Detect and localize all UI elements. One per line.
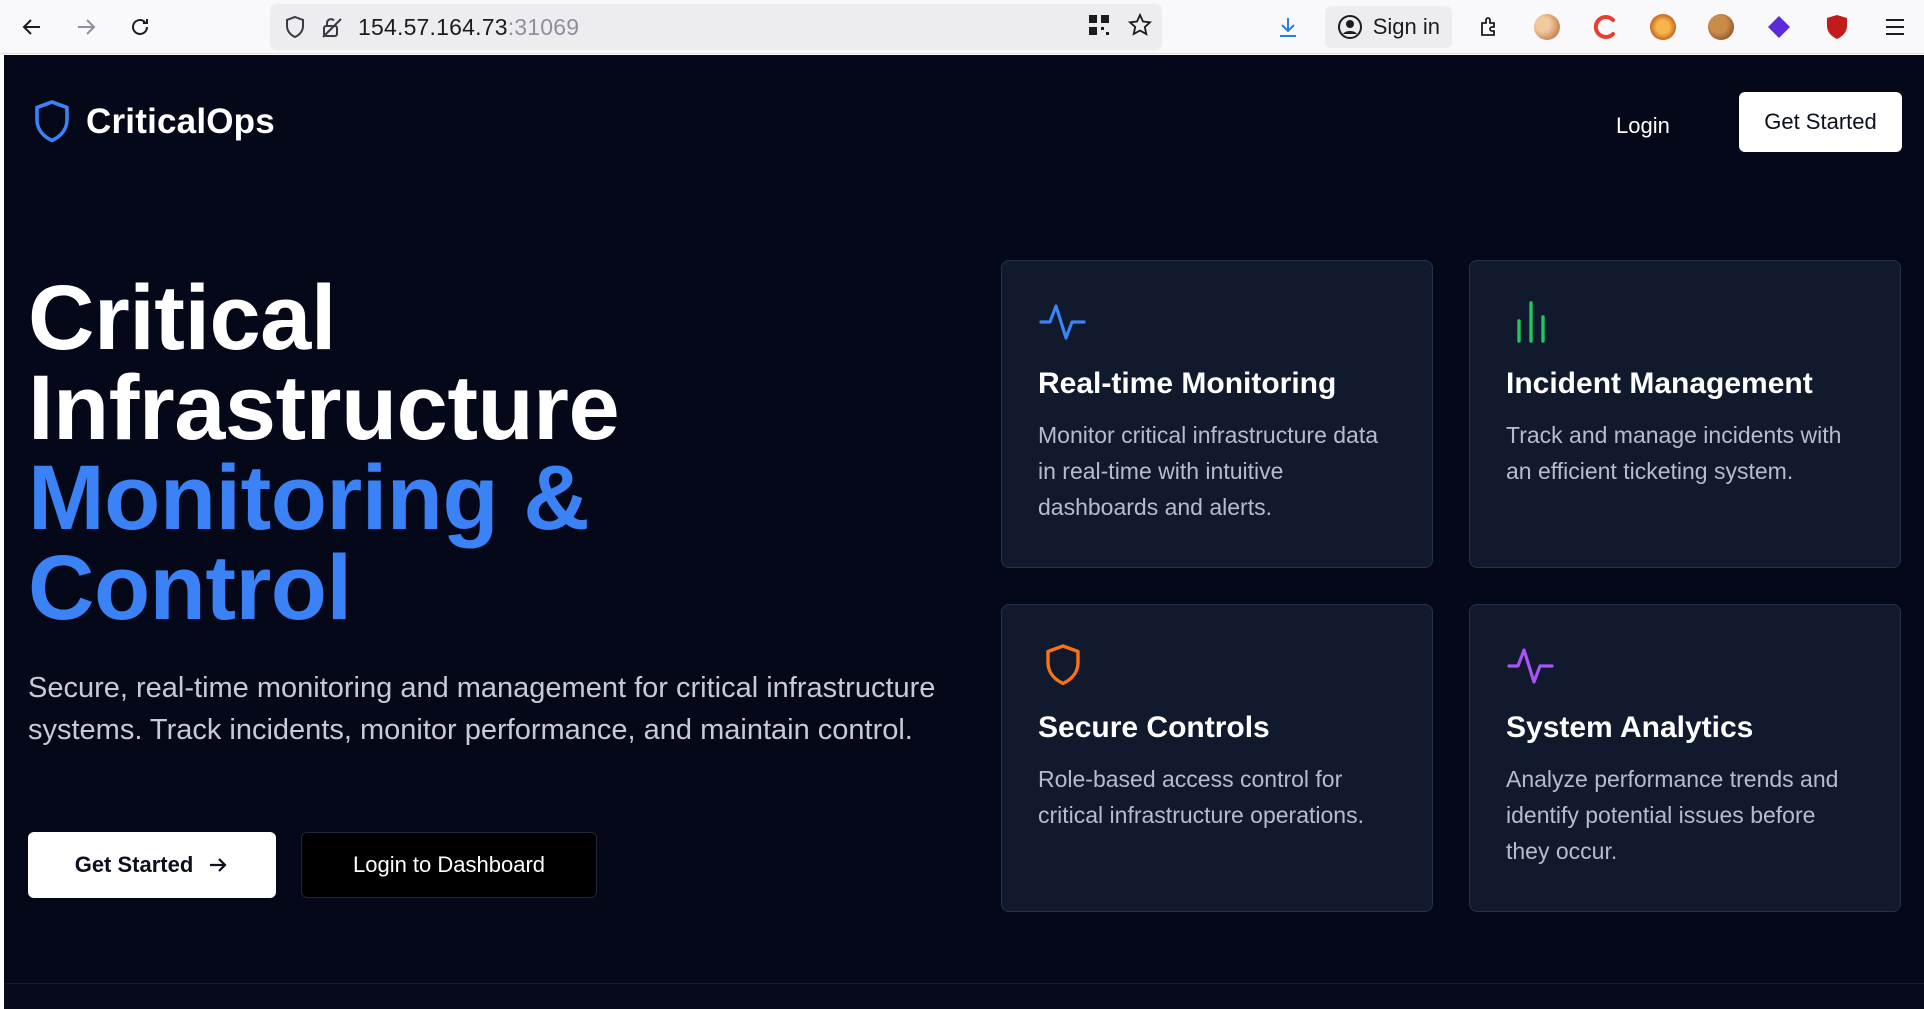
feature-description: Analyze performance trends and identify … xyxy=(1506,766,1839,864)
back-button[interactable] xyxy=(10,5,54,49)
extension-c-icon xyxy=(1593,15,1615,39)
extension-1-button[interactable] xyxy=(1518,0,1576,54)
nav-get-started-button[interactable]: Get Started xyxy=(1739,92,1902,152)
puzzle-icon xyxy=(1481,17,1495,36)
activity-icon xyxy=(1507,648,1554,684)
forward-arrow-icon xyxy=(78,18,96,35)
ublock-shield-icon xyxy=(1827,15,1847,39)
shield-icon xyxy=(1046,644,1080,686)
menu-button[interactable] xyxy=(1866,0,1924,54)
qr-code-icon[interactable] xyxy=(1088,14,1110,41)
reload-button[interactable] xyxy=(118,5,162,49)
browser-toolbar: 154.57.164.73:31069 Sign in xyxy=(0,0,1924,54)
ublock-button[interactable] xyxy=(1808,0,1866,54)
extension-owl-icon xyxy=(1534,14,1560,40)
bar-chart-icon xyxy=(1517,301,1545,343)
feature-card-monitoring: Real-time Monitoring Monitor critical in… xyxy=(1001,260,1433,568)
hamburger-menu-icon xyxy=(1886,19,1904,35)
feature-title: System Analytics xyxy=(1506,711,1754,744)
feature-title: Secure Controls xyxy=(1038,711,1270,744)
hero-title-line-2: Infrastructure xyxy=(28,357,620,459)
shield-logo-icon xyxy=(35,100,69,143)
sign-in-label: Sign in xyxy=(1372,14,1440,39)
diamond-icon xyxy=(1768,16,1790,38)
feature-title: Incident Management xyxy=(1506,367,1813,400)
sign-in-button[interactable]: Sign in xyxy=(1324,6,1452,48)
feature-description: Track and manage incidents with an effic… xyxy=(1506,422,1842,484)
extension-fox-icon xyxy=(1650,14,1676,40)
download-icon xyxy=(1279,18,1296,37)
feature-card-analytics: System Analytics Analyze performance tre… xyxy=(1469,604,1901,912)
hero-get-started-button[interactable]: Get Started xyxy=(28,832,276,898)
extension-5-button[interactable] xyxy=(1750,0,1808,54)
url-text[interactable]: 154.57.164.73:31069 xyxy=(358,14,579,41)
feature-card-secure-controls: Secure Controls Role-based access contro… xyxy=(1001,604,1433,912)
feature-title: Real-time Monitoring xyxy=(1038,367,1337,400)
cookie-icon xyxy=(1708,14,1734,40)
downloads-button[interactable] xyxy=(1259,0,1317,54)
activity-icon xyxy=(1039,304,1086,340)
reload-icon xyxy=(132,18,148,35)
login-to-dashboard-button[interactable]: Login to Dashboard xyxy=(301,832,597,898)
extension-4-button[interactable] xyxy=(1692,0,1750,54)
feature-description: Monitor critical infrastructure data in … xyxy=(1038,422,1379,520)
account-icon xyxy=(1337,15,1362,39)
extension-3-button[interactable] xyxy=(1634,0,1692,54)
feature-card-incidents: Incident Management Track and manage inc… xyxy=(1469,260,1901,568)
extensions-button[interactable] xyxy=(1460,0,1518,54)
brand-name: CriticalOps xyxy=(86,102,275,141)
hero-heading: Critical Infrastructure Monitoring & Con… xyxy=(28,267,948,639)
hero-title-line-1: Critical xyxy=(28,267,336,369)
hero-description: Secure, real-time monitoring and managem… xyxy=(28,672,936,746)
hero-title-line-4: Control xyxy=(28,537,352,639)
brand-logo[interactable]: CriticalOps xyxy=(32,99,275,145)
hero-get-started-label: Get Started xyxy=(74,852,194,877)
hero-title-line-3: Monitoring & xyxy=(28,447,590,549)
landing-page: CriticalOps Login Get Started Critical I… xyxy=(4,55,1924,1009)
arrow-right-icon xyxy=(210,858,227,872)
footer-edge xyxy=(4,983,1924,1009)
feature-description: Role-based access control for critical i… xyxy=(1038,766,1364,828)
insecure-lock-icon[interactable] xyxy=(320,15,344,39)
forward-button[interactable] xyxy=(64,5,108,49)
nav-login-link[interactable]: Login xyxy=(1616,113,1670,139)
url-bar[interactable]: 154.57.164.73:31069 xyxy=(270,4,1162,50)
bookmark-star-icon[interactable] xyxy=(1127,12,1153,42)
extension-2-button[interactable] xyxy=(1576,0,1634,54)
tracking-shield-icon[interactable] xyxy=(284,15,306,39)
back-arrow-icon xyxy=(22,18,40,35)
